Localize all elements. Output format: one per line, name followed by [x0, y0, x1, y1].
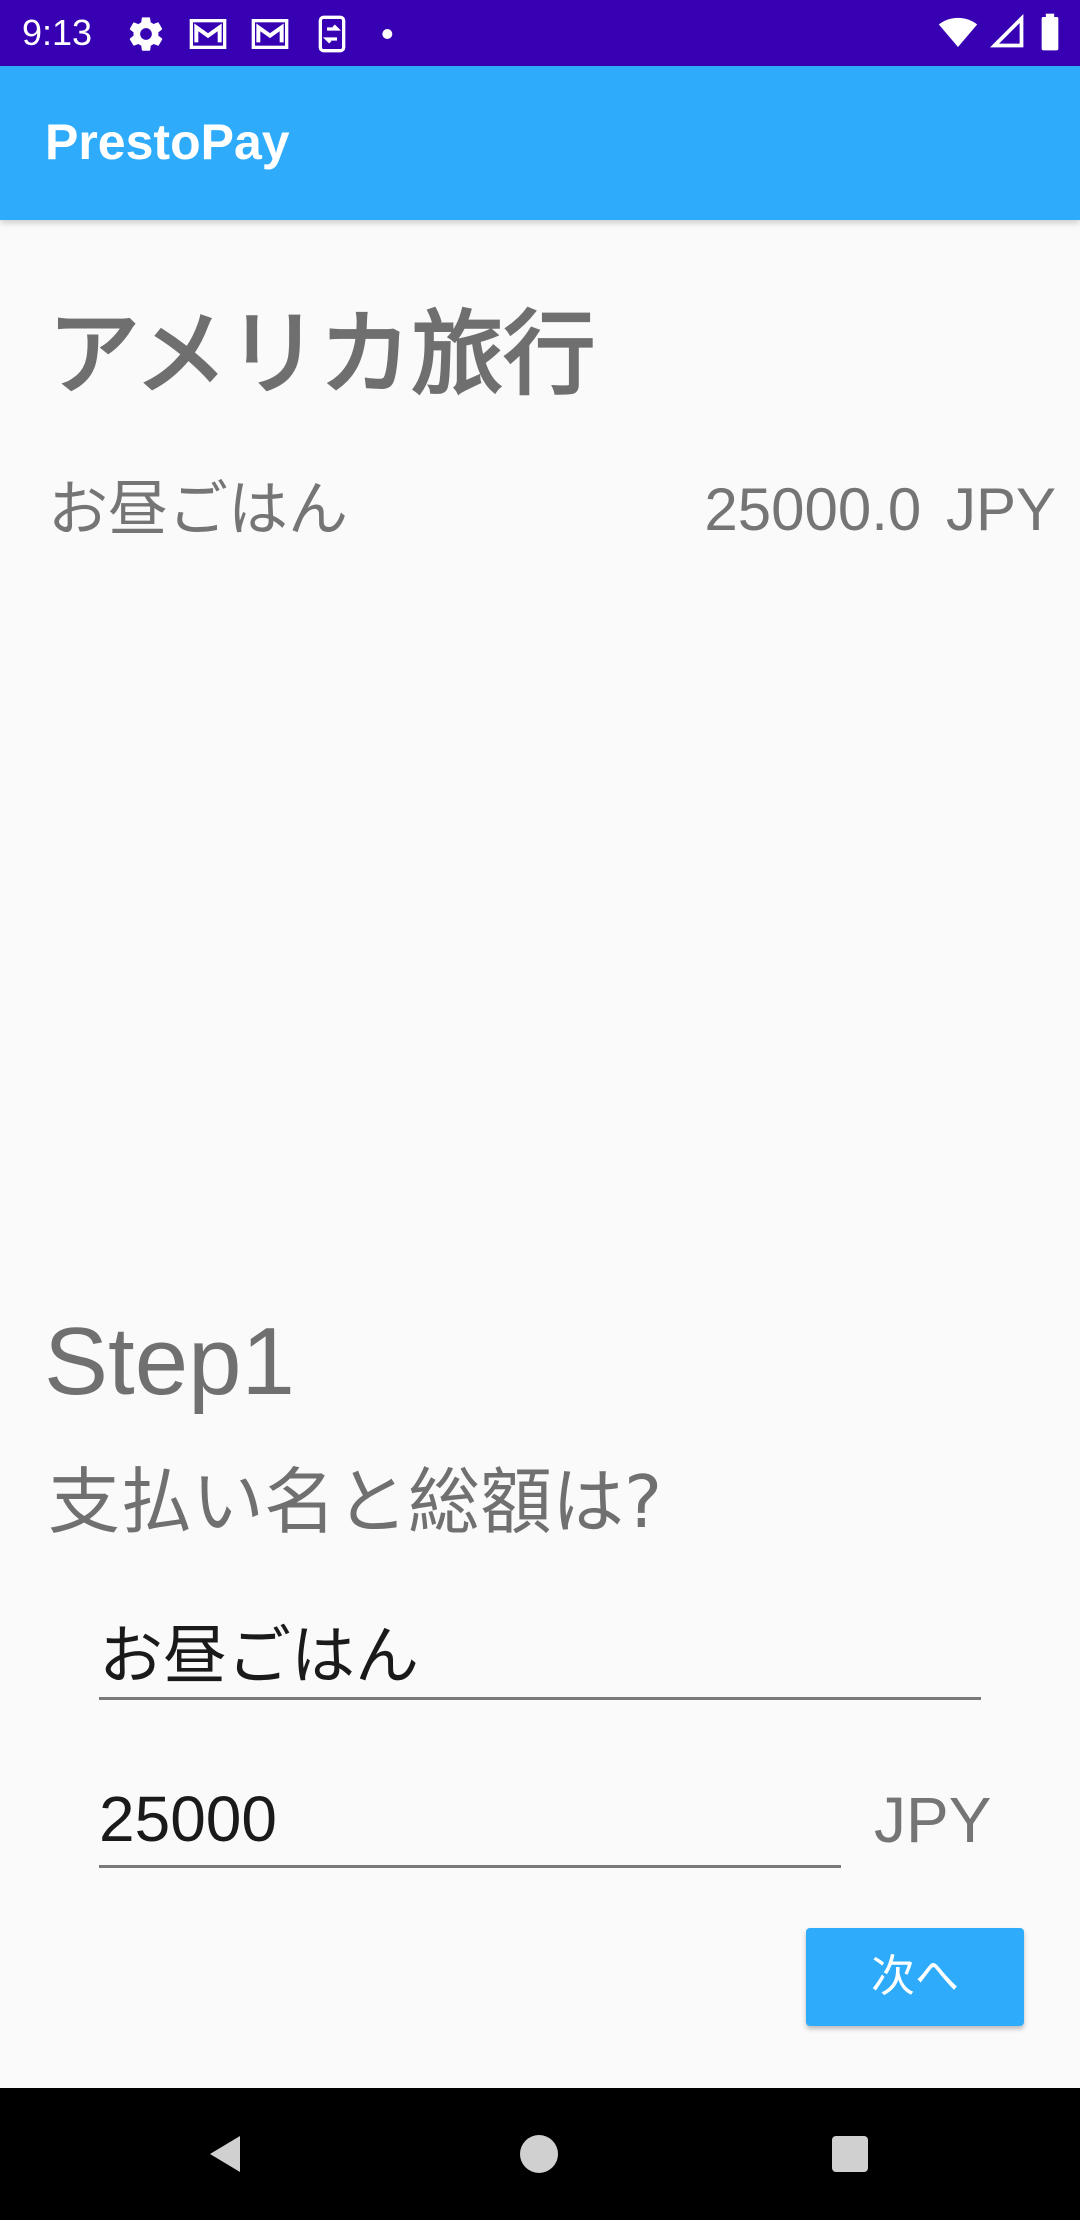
list-item[interactable]: お昼ごはん 25000.0 JPY — [48, 470, 1056, 550]
sync-icon — [312, 14, 352, 54]
amount-input[interactable] — [99, 1776, 841, 1862]
notification-icons — [126, 14, 436, 54]
app-title: PrestoPay — [45, 114, 290, 170]
payment-name-input[interactable] — [99, 1608, 981, 1694]
trip-title: アメリカ旅行 — [48, 301, 596, 408]
gmail-icon — [188, 14, 228, 54]
recents-icon[interactable] — [814, 2118, 886, 2190]
step-label: Step1 — [44, 1308, 295, 1415]
status-bar: 9:13 — [0, 0, 1080, 66]
payment-name-field-container — [99, 1608, 981, 1700]
cellular-signal-icon — [989, 12, 1026, 56]
status-time: 9:13 — [22, 12, 93, 53]
home-icon[interactable] — [503, 2118, 575, 2190]
system-icons — [926, 12, 1062, 56]
currency-label: JPY — [874, 1784, 992, 1856]
wifi-icon — [938, 12, 978, 56]
app-bar: PrestoPay — [0, 66, 1080, 220]
battery-icon — [1038, 12, 1062, 56]
payment-amount: 25000.0 JPY — [704, 476, 1056, 543]
next-button[interactable]: 次へ — [806, 1928, 1024, 2026]
step-question: 支払い名と総額は? — [48, 1460, 663, 1544]
screen: 9:13 PrestoPay アメリカ旅行 お昼ごはん 25000.0 JPY … — [0, 0, 1080, 2220]
dot-icon — [374, 14, 414, 54]
back-icon[interactable] — [190, 2118, 262, 2190]
amount-field-container — [99, 1776, 841, 1868]
gear-icon — [126, 14, 166, 54]
gmail-icon — [250, 14, 290, 54]
navigation-bar — [0, 2088, 1080, 2220]
payment-name: お昼ごはん — [48, 475, 348, 545]
